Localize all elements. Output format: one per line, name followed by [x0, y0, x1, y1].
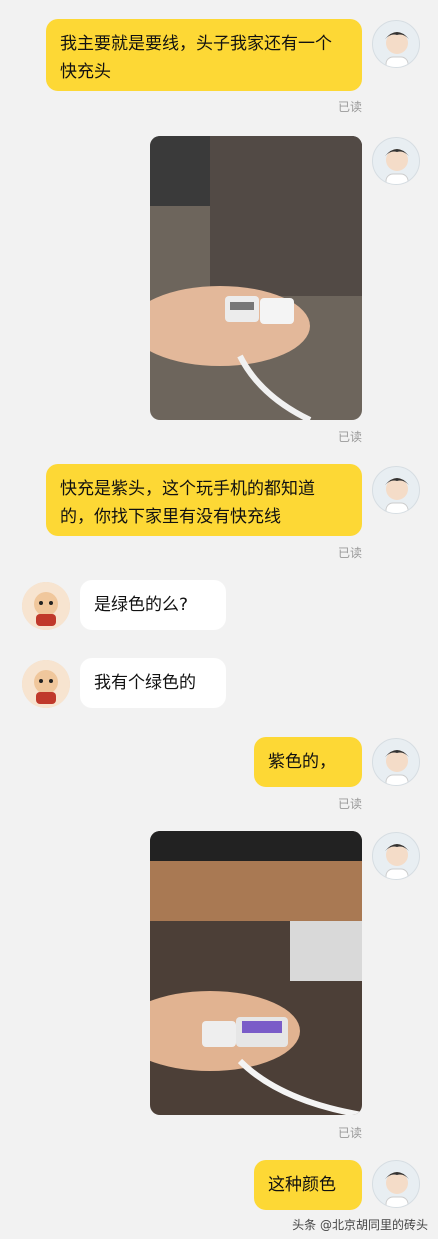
- read-status: 已读: [337, 546, 362, 560]
- message-text: 快充是紫头，这个玩手机的都知道的，你找下家里有没有快充线: [60, 479, 315, 527]
- my-avatar[interactable]: [372, 137, 420, 185]
- chat-photo[interactable]: [150, 831, 362, 1115]
- read-status: 已读: [337, 100, 362, 114]
- chat-bubble: 我主要就是要线，头子我家还有一个快充头: [46, 19, 362, 91]
- my-avatar[interactable]: [372, 738, 420, 786]
- read-status: 已读: [337, 1126, 362, 1140]
- chat-bubble: 紫色的，: [254, 737, 362, 787]
- contact-avatar[interactable]: [22, 582, 70, 630]
- message-text: 我主要就是要线，头子我家还有一个快充头: [60, 34, 332, 82]
- read-status: 已读: [337, 430, 362, 444]
- my-avatar[interactable]: [372, 20, 420, 68]
- message-text: 这种颜色: [268, 1175, 336, 1195]
- read-status: 已读: [337, 797, 362, 811]
- my-avatar[interactable]: [372, 1160, 420, 1208]
- chat-bubble: 是绿色的么?: [80, 580, 226, 630]
- contact-avatar[interactable]: [22, 660, 70, 708]
- chat-photo[interactable]: [150, 136, 362, 420]
- message-text: 我有个绿色的: [94, 673, 196, 693]
- chat-bubble: 快充是紫头，这个玩手机的都知道的，你找下家里有没有快充线: [46, 464, 362, 536]
- chat-bubble: 我有个绿色的: [80, 658, 226, 708]
- my-avatar[interactable]: [372, 832, 420, 880]
- chat-bubble: 这种颜色: [254, 1160, 362, 1210]
- message-text: 是绿色的么?: [94, 595, 189, 615]
- watermark: 头条 @北京胡同里的砖头: [292, 1218, 428, 1232]
- my-avatar[interactable]: [372, 466, 420, 514]
- message-text: 紫色的，: [268, 752, 336, 772]
